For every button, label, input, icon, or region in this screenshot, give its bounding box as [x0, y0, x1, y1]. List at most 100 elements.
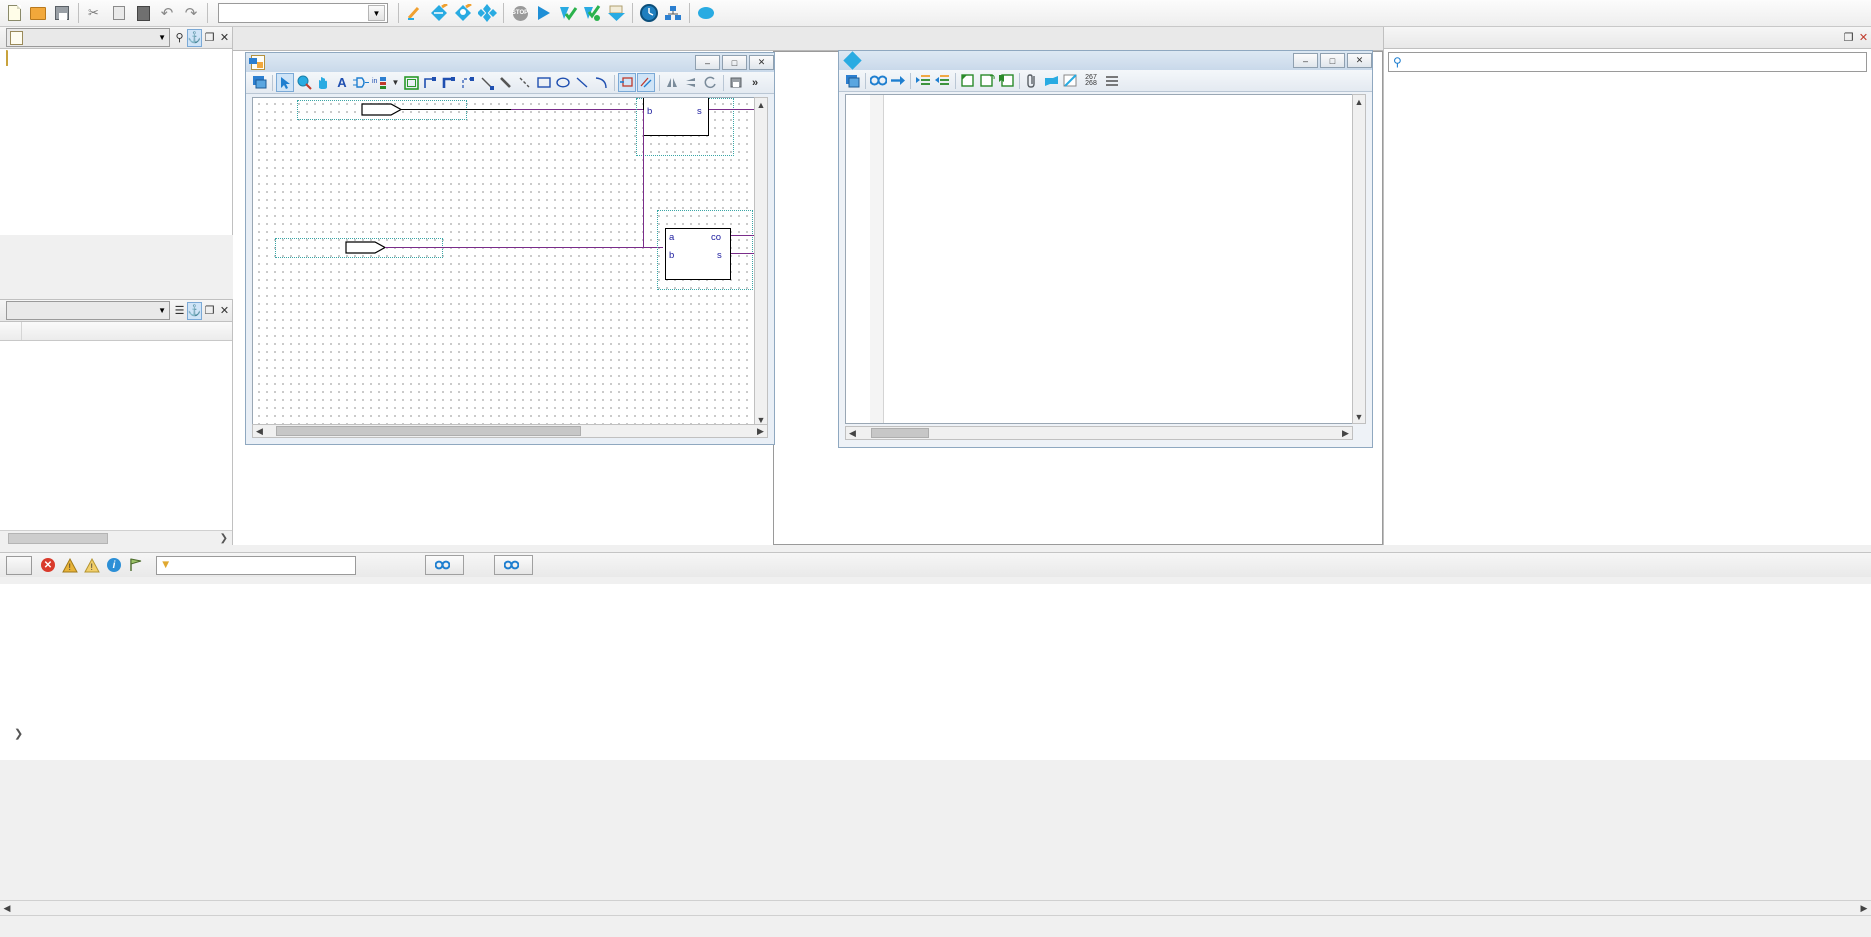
messages-all-button[interactable] [6, 555, 32, 575]
verilog-source-code[interactable] [884, 95, 1352, 423]
color-coding-icon[interactable] [1061, 71, 1079, 90]
pin-icon[interactable]: ⚓ [187, 301, 202, 320]
save-icon[interactable] [50, 1, 74, 25]
scroll-right-icon[interactable]: ❯ [220, 533, 228, 544]
analysis-elaboration-icon[interactable] [451, 1, 475, 25]
bdf-window-titlebar[interactable]: – □ ✕ [246, 53, 774, 72]
undock-icon[interactable]: ❐ [1841, 29, 1856, 47]
undock-icon[interactable]: ❐ [202, 302, 217, 320]
help-icon[interactable] [694, 1, 718, 25]
warning-filter-icon[interactable]: ! [82, 556, 102, 575]
cut-icon[interactable]: ✂ [83, 1, 107, 25]
compile-pencil-icon[interactable] [403, 1, 427, 25]
arc-tool-icon[interactable] [592, 73, 610, 92]
schematic-vscrollbar[interactable]: ▲ ▼ [754, 97, 768, 427]
code-fold-gutter[interactable] [870, 95, 884, 423]
rotate-icon[interactable] [701, 73, 719, 92]
schematic-hscroll-thumb[interactable] [276, 426, 581, 436]
uncomment-icon[interactable] [978, 71, 996, 90]
oval-tool-icon[interactable] [554, 73, 572, 92]
menu-icon[interactable]: ☰ [172, 302, 187, 320]
critical-warning-filter-icon[interactable]: ! [60, 556, 80, 575]
tasks-flow-combo[interactable]: ▼ [6, 301, 170, 320]
stop-icon[interactable]: STOP [508, 1, 532, 25]
minimize-button[interactable]: – [1293, 53, 1318, 68]
new-file-icon[interactable] [843, 71, 861, 90]
bookmark-icon[interactable] [997, 71, 1015, 90]
paste-icon[interactable] [131, 1, 155, 25]
analysis-synthesis-icon[interactable] [427, 1, 451, 25]
tasks-hscroll-thumb[interactable] [8, 532, 108, 544]
flip-horizontal-icon[interactable] [663, 73, 681, 92]
pin-planner-icon[interactable] [661, 1, 685, 25]
attach-icon[interactable] [1023, 71, 1041, 90]
close-icon[interactable]: ✕ [217, 29, 232, 47]
decrease-indent-icon[interactable] [933, 71, 951, 90]
find-icon[interactable] [869, 71, 887, 90]
insert-template-icon[interactable] [1042, 71, 1060, 90]
increase-indent-icon[interactable] [914, 71, 932, 90]
orthogonal-conduit-tool-icon[interactable] [459, 73, 477, 92]
orthogonal-node-tool-icon[interactable] [421, 73, 439, 92]
chevron-down-icon[interactable]: ▼ [368, 5, 385, 21]
close-icon[interactable]: ✕ [217, 302, 232, 320]
minimize-button[interactable]: – [695, 55, 720, 70]
new-file-icon[interactable] [2, 1, 26, 25]
verilog-hscroll-thumb[interactable] [871, 428, 929, 438]
schematic-hscrollbar[interactable]: ◀ ▶ [252, 424, 768, 438]
ip-search-field[interactable]: ⚲ [1388, 52, 1867, 72]
diagonal-conduit-tool-icon[interactable] [516, 73, 534, 92]
copy-icon[interactable] [107, 1, 131, 25]
verilog-hscrollbar[interactable]: ◀ ▶ [845, 426, 1353, 440]
hand-tool-icon[interactable] [314, 73, 332, 92]
start-analysis-icon[interactable] [556, 1, 580, 25]
error-filter-icon[interactable]: ✕ [38, 556, 58, 575]
rectangle-tool-icon[interactable] [535, 73, 553, 92]
search-icon[interactable]: ⚲ [172, 29, 187, 47]
message-filter-input[interactable]: ▼ [156, 555, 356, 575]
verilog-vscrollbar[interactable]: ▲ ▼ [1352, 94, 1366, 424]
goto-line-icon[interactable] [888, 71, 906, 90]
maximize-button[interactable]: □ [722, 55, 747, 70]
flag-filter-icon[interactable] [126, 556, 146, 575]
files-root[interactable] [0, 49, 232, 68]
text-tool-icon[interactable]: A [333, 73, 351, 92]
symbol-tool-icon[interactable] [352, 73, 370, 92]
redo-icon[interactable]: ↷ [179, 1, 203, 25]
close-icon[interactable]: ✕ [1856, 29, 1871, 47]
comment-icon[interactable] [959, 71, 977, 90]
maximize-button[interactable]: □ [1320, 53, 1345, 68]
undo-icon[interactable]: ↶ [155, 1, 179, 25]
chevron-down-icon[interactable]: ▼ [390, 73, 401, 92]
find-button[interactable] [425, 555, 464, 575]
programmer-icon[interactable] [604, 1, 628, 25]
timing-analyzer-icon[interactable] [637, 1, 661, 25]
project-navigator-view-combo[interactable]: ▼ [6, 28, 170, 47]
find-next-button[interactable] [494, 555, 533, 575]
partial-line-icon[interactable] [637, 73, 655, 92]
messages-list[interactable] [0, 600, 1871, 760]
pin-icon[interactable]: ⚓ [187, 28, 202, 47]
start-compilation-icon[interactable] [532, 1, 556, 25]
diagonal-node-tool-icon[interactable] [478, 73, 496, 92]
diagonal-bus-tool-icon[interactable] [497, 73, 515, 92]
select-tool-icon[interactable] [276, 73, 294, 92]
close-button[interactable]: ✕ [749, 55, 774, 70]
messages-hscrollbar[interactable]: ◀ ▶ [0, 900, 1871, 915]
rubberbanding-icon[interactable] [618, 73, 636, 92]
chevron-down-icon[interactable]: ▼ [158, 306, 166, 315]
line-tool-icon[interactable] [573, 73, 591, 92]
orthogonal-bus-tool-icon[interactable] [440, 73, 458, 92]
find-icon[interactable] [727, 73, 745, 92]
undock-icon[interactable]: ❐ [202, 29, 217, 47]
verilog-code-area[interactable] [845, 94, 1353, 424]
info-filter-icon[interactable]: i [104, 556, 124, 575]
project-selector-combo[interactable]: ▼ [218, 3, 388, 23]
tasks-hscrollbar[interactable]: ❯ [0, 530, 232, 545]
pin-tool-icon[interactable]: in [371, 73, 389, 92]
flip-vertical-icon[interactable] [682, 73, 700, 92]
close-button[interactable]: ✕ [1347, 53, 1372, 68]
messages-expand-icon[interactable]: ❯ [14, 727, 23, 740]
schematic-canvas[interactable]: a b co s [252, 97, 768, 427]
new-block-icon[interactable] [250, 73, 268, 92]
